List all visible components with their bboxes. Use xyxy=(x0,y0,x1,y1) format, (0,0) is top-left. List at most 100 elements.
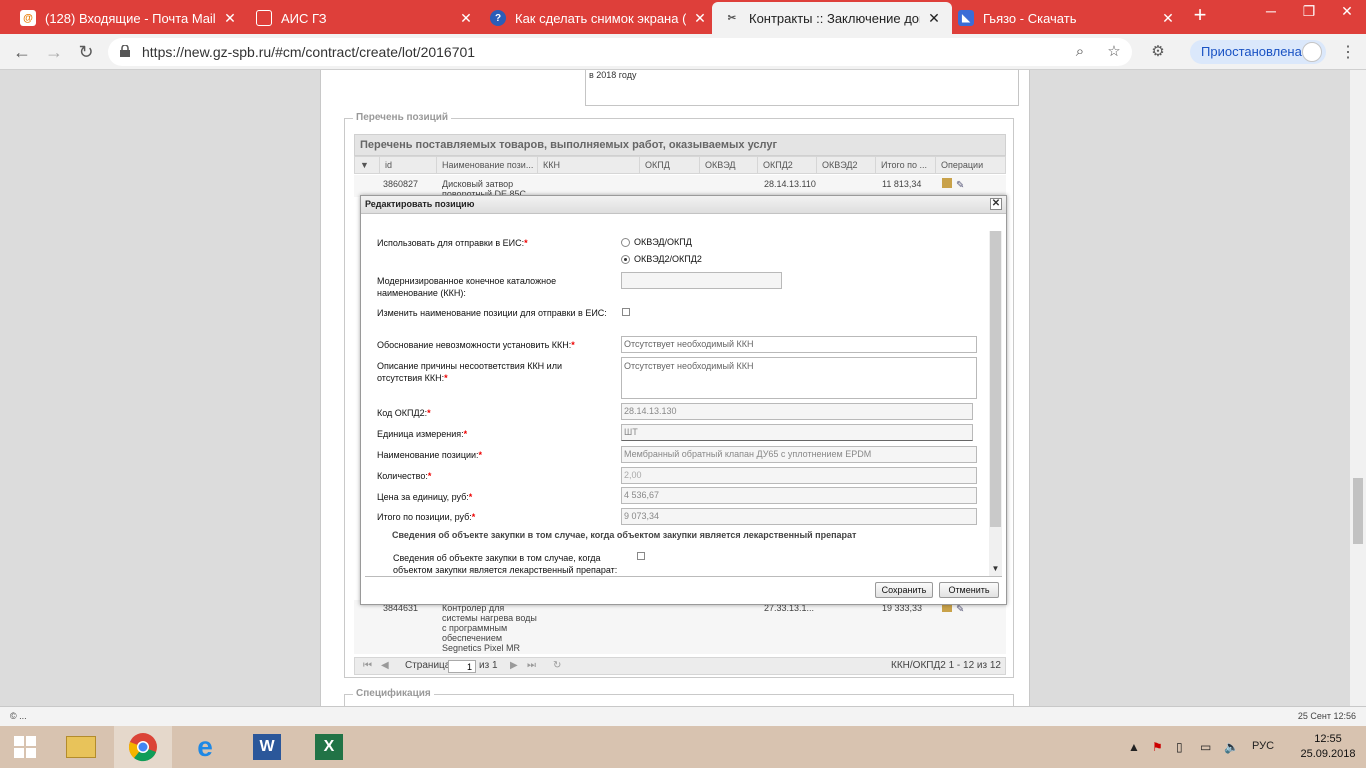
qty-label: Количество:* xyxy=(377,471,432,481)
scroll-down-icon[interactable]: ▼ xyxy=(989,564,1002,573)
pager-summary: ККН/ОКПД2 1 - 12 из 12 xyxy=(891,660,1001,671)
clock-date: 25.09.2018 xyxy=(1300,748,1356,760)
next-page-icon[interactable]: ▶ xyxy=(510,658,518,674)
justify-input[interactable]: Отсутствует необходимый ККН xyxy=(621,336,977,353)
page-number-input[interactable] xyxy=(448,660,476,673)
taskbar-clock[interactable]: 12:55 25.09.2018 xyxy=(1298,732,1358,762)
column-header[interactable]: ОКВЭД xyxy=(700,157,758,173)
edit-position-dialog: Редактировать позицию ✕ Использовать для… xyxy=(360,195,1007,605)
previous-field: в 2018 году xyxy=(585,70,1019,106)
column-header[interactable]: ОКПД xyxy=(640,157,700,173)
close-icon[interactable]: ✕ xyxy=(990,198,1002,210)
close-icon[interactable]: ✕ xyxy=(1160,10,1176,27)
tab-contracts[interactable]: ✂ Контракты :: Заключение догов ✕ xyxy=(712,2,952,34)
kkn-input[interactable] xyxy=(621,272,782,289)
taskbar-word[interactable]: W xyxy=(238,726,296,768)
network-warning-icon[interactable]: ⚑ xyxy=(1152,740,1163,754)
bookmark-star-icon[interactable]: ☆ xyxy=(1104,42,1124,62)
status-left: © ... xyxy=(10,711,27,721)
scrollbar-thumb[interactable] xyxy=(990,231,1001,527)
filter-icon[interactable]: ▼ xyxy=(355,157,380,173)
page-count: из 1 xyxy=(479,660,498,671)
radio-okved2-okpd2[interactable] xyxy=(621,255,630,264)
taskbar-ie[interactable]: e xyxy=(176,726,234,768)
tab-gyazo[interactable]: ◣ Гьязо - Скачать ✕ xyxy=(946,2,1186,34)
volume-icon[interactable]: 🔈 xyxy=(1224,740,1239,754)
excel-icon: X xyxy=(315,734,343,760)
column-header[interactable]: ОКВЭД2 xyxy=(817,157,876,173)
tab-screenshot-help[interactable]: ? Как сделать снимок экрана (ск ✕ xyxy=(478,2,718,34)
tray-expand-icon[interactable]: ▲ xyxy=(1128,740,1140,754)
name-input[interactable]: Мембранный обратный клапан ДУ65 с уплотн… xyxy=(621,446,977,463)
column-header[interactable]: id xyxy=(380,157,437,173)
close-window-icon[interactable]: ✕ xyxy=(1328,0,1366,24)
profile-button[interactable]: Приостановлена xyxy=(1190,40,1326,64)
spec-fieldset: Спецификация xyxy=(344,688,1014,706)
cancel-button[interactable]: Отменить xyxy=(939,582,999,598)
page-scrollbar[interactable] xyxy=(1350,70,1366,706)
menu-icon[interactable]: ⋮ xyxy=(1340,42,1356,62)
column-header[interactable]: ОКПД2 xyxy=(758,157,817,173)
forward-icon[interactable]: → xyxy=(42,40,66,64)
reload-icon[interactable]: ↻ xyxy=(74,40,98,64)
qty-input[interactable]: 2,00 xyxy=(621,467,977,484)
okpd2-label: Код ОКПД2:* xyxy=(377,408,431,418)
profile-status: Приостановлена xyxy=(1201,44,1302,59)
zoom-icon[interactable]: ⌕ xyxy=(1070,42,1090,62)
price-input[interactable]: 4 536,67 xyxy=(621,487,977,504)
close-icon[interactable]: ✕ xyxy=(926,10,942,27)
total-input[interactable]: 9 073,34 xyxy=(621,508,977,525)
row-okpd2: 28.14.13.110 xyxy=(764,179,816,189)
column-header[interactable]: ККН xyxy=(538,157,640,173)
language-indicator[interactable]: РУС xyxy=(1252,740,1274,752)
column-header[interactable]: Итого по ... xyxy=(876,157,936,173)
tab-mail[interactable]: @ (128) Входящие - Почта Mail.Ru ✕ xyxy=(8,2,248,34)
radio-okved-okpd[interactable] xyxy=(621,238,630,247)
taskbar-explorer[interactable] xyxy=(52,726,110,768)
grid-title: Перечень поставляемых товаров, выполняем… xyxy=(354,134,1006,156)
save-button[interactable]: Сохранить xyxy=(875,582,933,598)
status-datetime: 25 Сент 12:56 xyxy=(1297,711,1356,721)
dialog-scrollbar[interactable]: ▼ xyxy=(989,231,1002,576)
refresh-icon[interactable]: ↻ xyxy=(553,658,561,674)
tab-strip: @ (128) Входящие - Почта Mail.Ru ✕ АИС Г… xyxy=(0,0,1366,34)
restore-icon[interactable]: ❐ xyxy=(1290,0,1328,24)
windows-icon xyxy=(14,736,36,758)
address-bar[interactable]: https://new.gz-spb.ru/#cm/contract/creat… xyxy=(108,38,1132,66)
spec-legend: Спецификация xyxy=(353,688,434,699)
tab-title: Гьязо - Скачать xyxy=(983,10,1077,26)
table-row[interactable]: 3860827 Дисковый затвор поворотный DE 85… xyxy=(354,175,1006,199)
tab-ais[interactable]: АИС ГЗ ✕ xyxy=(244,2,484,34)
close-icon[interactable]: ✕ xyxy=(458,10,474,27)
back-icon[interactable]: ← xyxy=(10,40,34,64)
tab-title: Контракты :: Заключение догов xyxy=(749,10,920,26)
start-button[interactable] xyxy=(0,726,50,768)
rename-checkbox[interactable] xyxy=(622,308,630,316)
page-label: Страница xyxy=(405,660,451,671)
close-icon[interactable]: ✕ xyxy=(222,10,238,27)
reason-textarea[interactable]: Отсутствует необходимый ККН xyxy=(621,357,977,399)
edit-icon[interactable]: ✎ xyxy=(956,181,966,191)
last-page-icon[interactable]: ⏭ xyxy=(527,658,536,674)
new-tab-button[interactable]: + xyxy=(1188,4,1212,28)
taskbar-excel[interactable]: X xyxy=(300,726,358,768)
unit-label: Единица измерения:* xyxy=(377,429,468,439)
column-header[interactable]: Наименование пози... xyxy=(437,157,538,173)
prev-page-icon[interactable]: ◀ xyxy=(381,658,389,674)
drug-checkbox[interactable] xyxy=(637,552,645,560)
first-page-icon[interactable]: ⏮ xyxy=(363,658,372,674)
windows-taskbar: e W X ▲ ⚑ ▯ ▭ 🔈 РУС 12:55 25.09.2018 xyxy=(0,726,1366,768)
edit-icon[interactable]: ✎ xyxy=(956,605,966,615)
row-id: 3860827 xyxy=(383,179,419,189)
extension-icon[interactable]: ⚙ xyxy=(1146,40,1170,64)
view-icon[interactable] xyxy=(942,178,952,188)
unit-input[interactable]: ШТ xyxy=(621,424,973,441)
scrollbar-thumb[interactable] xyxy=(1353,478,1363,544)
minimize-icon[interactable]: ─ xyxy=(1252,0,1290,24)
okpd2-input[interactable]: 28.14.13.130 xyxy=(621,403,973,420)
taskbar-chrome[interactable] xyxy=(114,726,172,768)
network-icon[interactable]: ▭ xyxy=(1200,740,1211,754)
close-icon[interactable]: ✕ xyxy=(692,10,708,27)
table-row[interactable]: 3844631 Контролер для системы нагрева во… xyxy=(354,600,1006,654)
battery-icon[interactable]: ▯ xyxy=(1176,740,1183,754)
